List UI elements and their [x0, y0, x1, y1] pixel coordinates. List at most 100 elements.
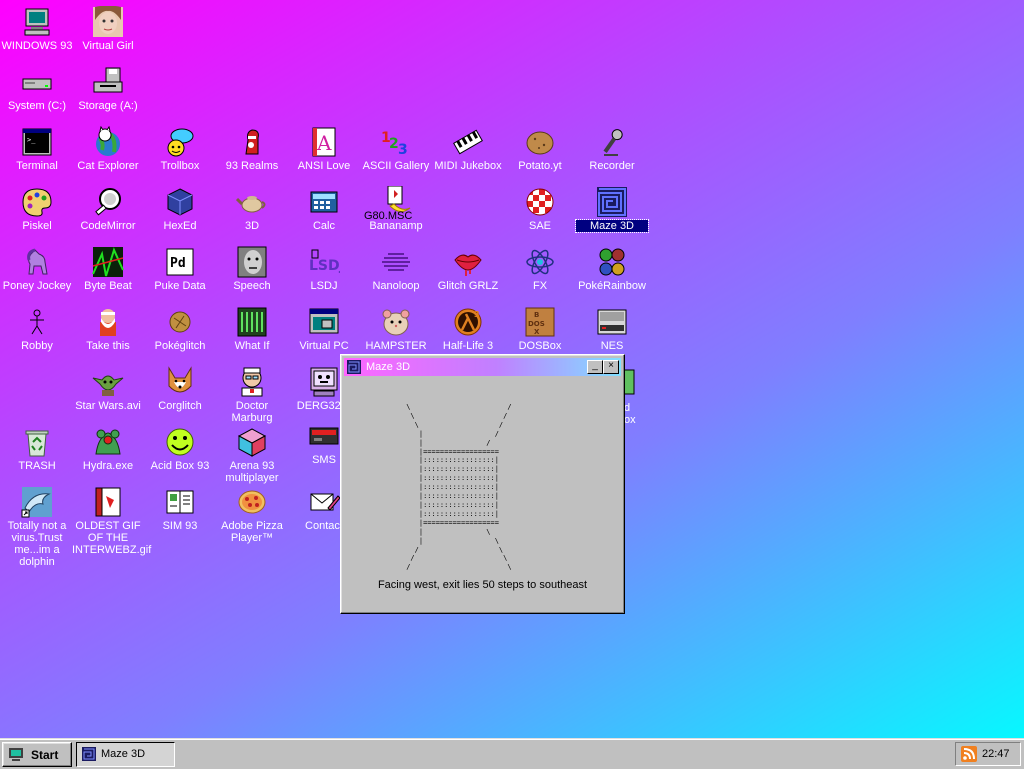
desktop-icon-nanoloop[interactable]: Nanoloop — [360, 246, 432, 292]
svg-text:3: 3 — [474, 310, 480, 319]
waveform-icon — [92, 247, 124, 277]
desktop-icon-puke-data[interactable]: Pd Puke Data — [144, 246, 216, 292]
palette-icon — [22, 188, 52, 217]
desktop-icon-label: MIDI Jukebox — [434, 160, 502, 172]
desktop-icon-acid-box[interactable]: Acid Box 93 — [144, 426, 216, 472]
minimize-button[interactable]: _ — [587, 360, 603, 374]
close-button[interactable]: × — [603, 360, 619, 374]
stick-figure-icon — [30, 309, 44, 335]
desktop-icon-label: Doctor Marburg — [231, 400, 273, 424]
desktop-icon-ascii-gallery[interactable]: 123 ASCII Gallery — [360, 126, 432, 172]
desktop-icon-label: Storage (A:) — [78, 100, 138, 112]
globe-cat-icon — [96, 126, 120, 156]
desktop-icon-sim93[interactable]: SIM 93 — [144, 486, 216, 532]
desktop-icon-cat-explorer[interactable]: Cat Explorer — [72, 126, 144, 172]
desktop-icon-dosbox[interactable]: B DOS X DOSBox — [504, 306, 576, 352]
desktop-icon-poney-jockey[interactable]: Poney Jockey — [1, 246, 73, 292]
desktop-icon-virtual-pc[interactable]: Virtual PC — [288, 306, 360, 352]
desktop-icon-3d[interactable]: 3D — [216, 186, 288, 232]
desktop-icon-take-this[interactable]: Take this — [72, 306, 144, 352]
calculator-icon — [310, 191, 338, 213]
desktop-icon-pokerainbow[interactable]: PokéRainbow — [576, 246, 648, 292]
desktop-icon-recorder[interactable]: Recorder — [576, 126, 648, 172]
lsdj-icon: LSDJ — [309, 249, 340, 274]
desktop-icon-virtual-girl[interactable]: Virtual Girl — [72, 6, 144, 52]
desktop-icon-label: Robby — [21, 340, 53, 352]
desktop-icon-half-life-3[interactable]: 3 Half-Life 3 — [432, 306, 504, 352]
desktop-icon-ansi-love[interactable]: A ANSI Love — [288, 126, 360, 172]
speech-face-icon — [237, 246, 267, 278]
desktop-icon-oldest-gif[interactable]: OLDEST GIF OF THE INTERWEBZ.gif — [72, 486, 152, 556]
svg-text:B: B — [534, 311, 539, 319]
window-titlebar[interactable]: Maze 3D _ × — [344, 358, 621, 376]
desktop-icon-label: Cat Explorer — [77, 160, 139, 172]
desktop-icon-pokeglitch[interactable]: Pokéglitch — [144, 306, 216, 352]
desktop-icon-maze-3d[interactable]: Maze 3D — [575, 186, 649, 233]
desktop-icon-trollbox[interactable]: Trollbox — [144, 126, 216, 172]
robot-screen-icon — [310, 367, 338, 397]
desktop-icon-terminal[interactable]: >_ Terminal — [1, 126, 73, 172]
desktop-icon-windows93[interactable]: WINDOWS 93 — [1, 6, 73, 52]
desktop-icon-byte-beat[interactable]: Byte Beat — [72, 246, 144, 292]
desktop-icon-system-c[interactable]: System (C:) — [1, 66, 73, 112]
desktop-icon-robby[interactable]: Robby — [1, 306, 73, 352]
desktop-icon-label: NES — [600, 340, 624, 352]
desktop-icon-label: FX — [532, 280, 548, 292]
glitch-ball-icon — [169, 311, 191, 333]
desktop-icon-piskel[interactable]: Piskel — [1, 186, 73, 232]
desktop-icon-label: Nanoloop — [372, 280, 420, 292]
maze-3d-window[interactable]: Maze 3D _ × \ / \ / \ / | / | / |=======… — [340, 354, 625, 614]
desktop-icon-dolphin[interactable]: Totally not a virus.Trust me...im a dolp… — [1, 486, 73, 568]
desktop-icon-codemirror[interactable]: CodeMirror — [72, 186, 144, 232]
desktop-icon-doctor-marburg[interactable]: Doctor Marburg — [216, 366, 288, 424]
desktop-icon-label: Calc — [312, 220, 335, 232]
desktop-icon-hexed[interactable]: HexEd — [144, 186, 216, 232]
taskbar-item-maze-3d[interactable]: Maze 3D — [76, 742, 175, 767]
start-button[interactable]: Start — [2, 742, 72, 767]
corgi-icon — [168, 366, 192, 393]
maze-viewport[interactable]: \ / \ / \ / | / | / |================== … — [344, 377, 621, 610]
desktop-icon-midi-jukebox[interactable]: MIDI Jukebox — [432, 126, 504, 172]
desktop-icon-bananamp[interactable]: G80.MSC Bananamp — [360, 186, 432, 232]
hamster-icon — [382, 309, 410, 336]
desktop-icon-label: System (C:) — [7, 100, 67, 112]
svg-text:3: 3 — [398, 142, 408, 158]
desktop-icon-trash[interactable]: TRASH — [1, 426, 73, 472]
rss-icon[interactable] — [961, 746, 977, 762]
bars-icon — [237, 307, 267, 337]
desktop-icon-label: Arena 93 multiplayer — [225, 460, 279, 484]
desktop-icon-label: OLDEST GIF OF THE INTERWEBZ.gif — [72, 520, 152, 556]
window-app-icon — [309, 308, 339, 334]
desktop-icon-hydra[interactable]: Hydra.exe — [72, 426, 144, 472]
desktop-icon-label: Virtual Girl — [82, 40, 134, 52]
desktop-icon-adobe-pizza[interactable]: Adobe Pizza Player™ — [216, 486, 288, 544]
lips-icon — [454, 254, 482, 276]
taskbar: Start Maze 3D 22:47 — [0, 738, 1024, 769]
maze-icon — [82, 747, 96, 761]
desktop-icon-label: Acid Box 93 — [150, 460, 210, 472]
desktop-icon-star-wars[interactable]: Star Wars.avi — [72, 366, 144, 412]
start-logo-icon — [9, 748, 23, 761]
atom-icon — [526, 249, 554, 275]
desktop-icon-corglitch[interactable]: Corglitch — [144, 366, 216, 412]
desktop-icon-arena-93[interactable]: Arena 93 multiplayer — [216, 426, 288, 484]
desktop-icon-speech[interactable]: Speech — [216, 246, 288, 292]
pd-icon: Pd — [166, 248, 194, 276]
taskbar-item-label: Maze 3D — [101, 748, 146, 760]
desktop-icon-label: Recorder — [589, 160, 635, 172]
piano-icon — [453, 129, 483, 155]
desktop-icon-hampster[interactable]: HAMPSTER — [360, 306, 432, 352]
desktop-icon-label: LSDJ — [310, 280, 338, 292]
desktop-icon-potato[interactable]: Potato.yt — [504, 126, 576, 172]
desktop-icon-glitch-grlz[interactable]: Glitch GRLZ — [432, 246, 504, 292]
hydra-icon — [95, 429, 121, 455]
desktop-icon-calc[interactable]: Calc — [288, 186, 360, 232]
desktop-icon-storage-a[interactable]: Storage (A:) — [72, 66, 144, 112]
desktop-icon-lsdj[interactable]: LSDJ LSDJ — [288, 246, 360, 292]
desktop-icon-93-realms[interactable]: 93 Realms — [216, 126, 288, 172]
desktop-icon-fx[interactable]: FX — [504, 246, 576, 292]
desktop-icon-nes[interactable]: NES — [576, 306, 648, 352]
desktop-icon-sae[interactable]: SAE — [504, 186, 576, 232]
desktop-icon-label: Maze 3D — [575, 219, 649, 233]
desktop-icon-what-if[interactable]: What If — [216, 306, 288, 352]
